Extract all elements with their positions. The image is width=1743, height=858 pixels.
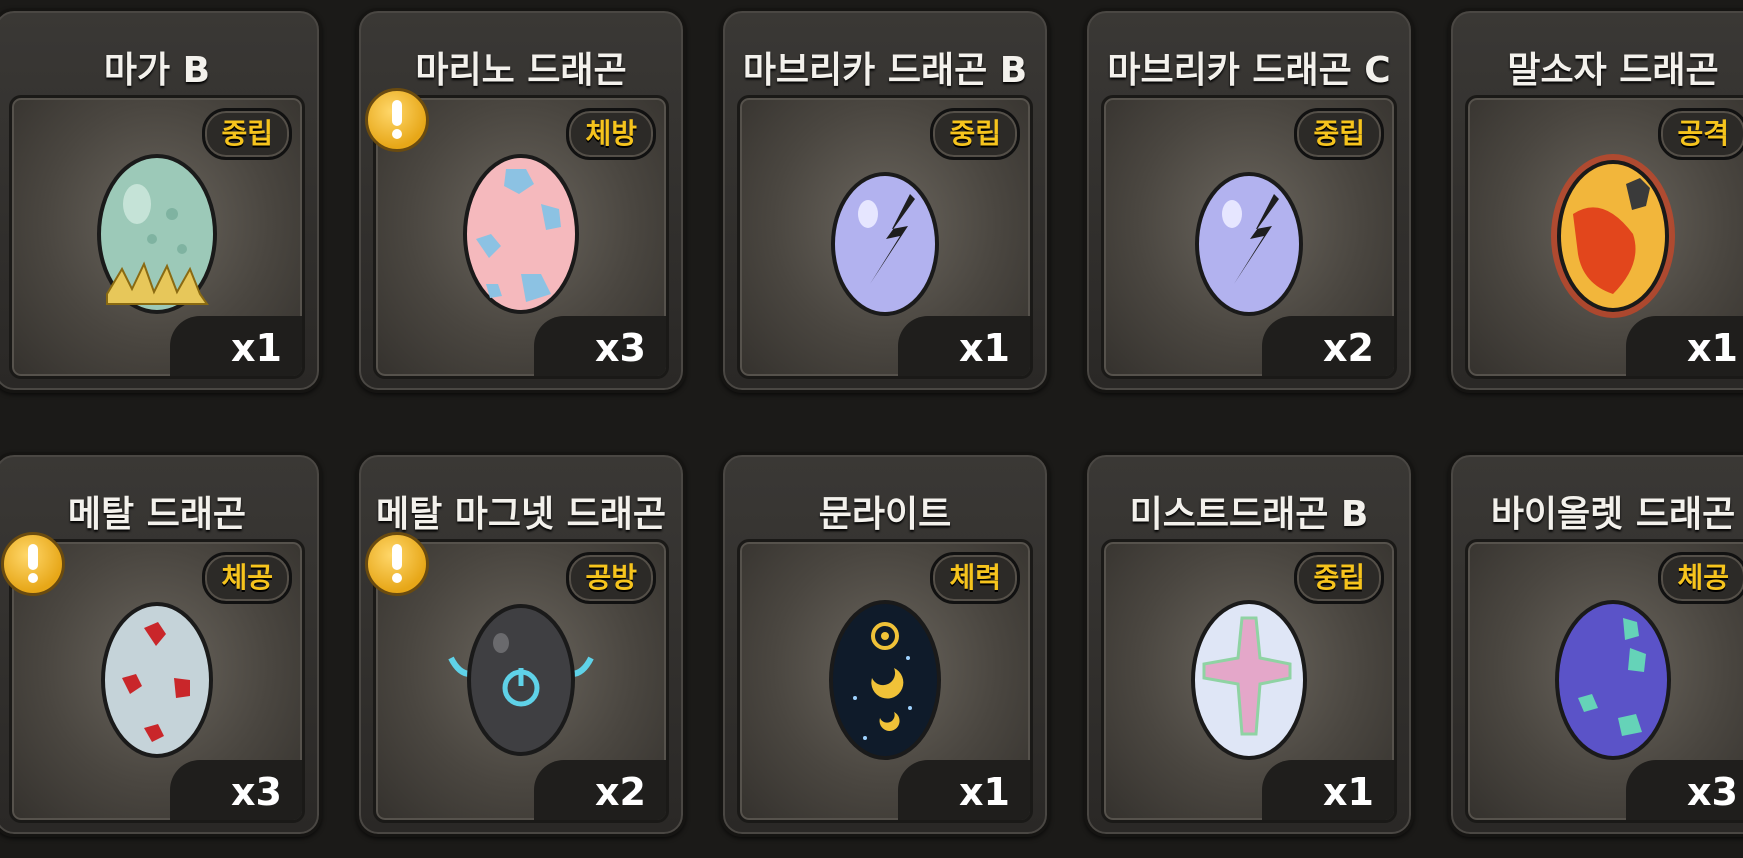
- egg-quantity: x1: [1626, 316, 1743, 376]
- egg-name: 문라이트: [818, 494, 952, 535]
- egg-card[interactable]: 마가 B 중립 x1: [0, 8, 322, 393]
- egg-name: 마가 B: [103, 50, 211, 91]
- egg-metal-dragon-icon: [101, 602, 213, 758]
- egg-mabrika-dragon-b-icon: [831, 172, 939, 316]
- alert-icon-dot: [392, 129, 402, 139]
- egg-card[interactable]: 문라이트 체력 x1: [720, 452, 1050, 837]
- egg-maga-b-icon: [97, 154, 217, 314]
- egg-quantity: x2: [1262, 316, 1394, 376]
- egg-mabrika-dragon-c-icon: [1195, 172, 1303, 316]
- egg-mist-dragon-b-icon: [1191, 600, 1307, 760]
- egg-card[interactable]: 마브리카 드래곤 C 중립 x2: [1084, 8, 1414, 393]
- egg-malsoja-dragon-icon: [1551, 154, 1675, 318]
- egg-name: 메탈 마그넷 드래곤: [375, 494, 667, 535]
- egg-name: 바이올렛 드래곤: [1490, 494, 1736, 535]
- alert-icon[interactable]: [365, 88, 429, 152]
- alert-icon-bar: [392, 100, 402, 126]
- egg-slot: 체력 x1: [737, 539, 1033, 823]
- egg-card[interactable]: 마리노 드래곤 체방 x3: [356, 8, 686, 393]
- egg-card[interactable]: 메탈 드래곤 체공 x3: [0, 452, 322, 837]
- egg-slot: 중립 x1: [1101, 539, 1397, 823]
- egg-quantity: x3: [170, 760, 302, 820]
- egg-card[interactable]: 바이올렛 드래곤 체공 x3: [1448, 452, 1743, 837]
- alert-icon-bar: [28, 544, 38, 570]
- egg-card[interactable]: 미스트드래곤 B 중립 x1: [1084, 452, 1414, 837]
- egg-moonlight-icon: [829, 600, 941, 760]
- alert-icon-dot: [392, 573, 402, 583]
- egg-slot: 공격 x1: [1465, 95, 1743, 379]
- egg-slot: 중립 x1: [9, 95, 305, 379]
- egg-quantity: x1: [898, 316, 1030, 376]
- egg-violet-dragon-icon: [1555, 600, 1671, 760]
- egg-marino-dragon-icon: [463, 154, 579, 314]
- egg-quantity: x1: [898, 760, 1030, 820]
- egg-name: 마브리카 드래곤 C: [1107, 50, 1391, 91]
- egg-slot: 중립 x1: [737, 95, 1033, 379]
- egg-quantity: x1: [1262, 760, 1394, 820]
- egg-name: 메탈 드래곤: [67, 494, 247, 535]
- egg-quantity: x2: [534, 760, 666, 820]
- egg-slot: 체공 x3: [1465, 539, 1743, 823]
- egg-inventory-grid: 마가 B 중립 x1 마리노 드래곤 체방 x3 마브리카 드래곤 B 중립 x…: [0, 0, 1743, 858]
- egg-card[interactable]: 메탈 마그넷 드래곤 공방 x2: [356, 452, 686, 837]
- egg-metal-magnet-dragon-icon: [448, 604, 594, 756]
- egg-quantity: x3: [534, 316, 666, 376]
- alert-icon[interactable]: [1, 532, 65, 596]
- egg-card[interactable]: 마브리카 드래곤 B 중립 x1: [720, 8, 1050, 393]
- egg-name: 미스트드래곤 B: [1129, 494, 1369, 535]
- egg-name: 마브리카 드래곤 B: [742, 50, 1028, 91]
- egg-slot: 중립 x2: [1101, 95, 1397, 379]
- alert-icon-bar: [392, 544, 402, 570]
- alert-icon[interactable]: [365, 532, 429, 596]
- egg-name: 말소자 드래곤: [1507, 50, 1719, 91]
- egg-quantity: x3: [1626, 760, 1743, 820]
- egg-quantity: x1: [170, 316, 302, 376]
- alert-icon-dot: [28, 573, 38, 583]
- egg-card[interactable]: 말소자 드래곤 공격 x1: [1448, 8, 1743, 393]
- egg-name: 마리노 드래곤: [415, 50, 627, 91]
